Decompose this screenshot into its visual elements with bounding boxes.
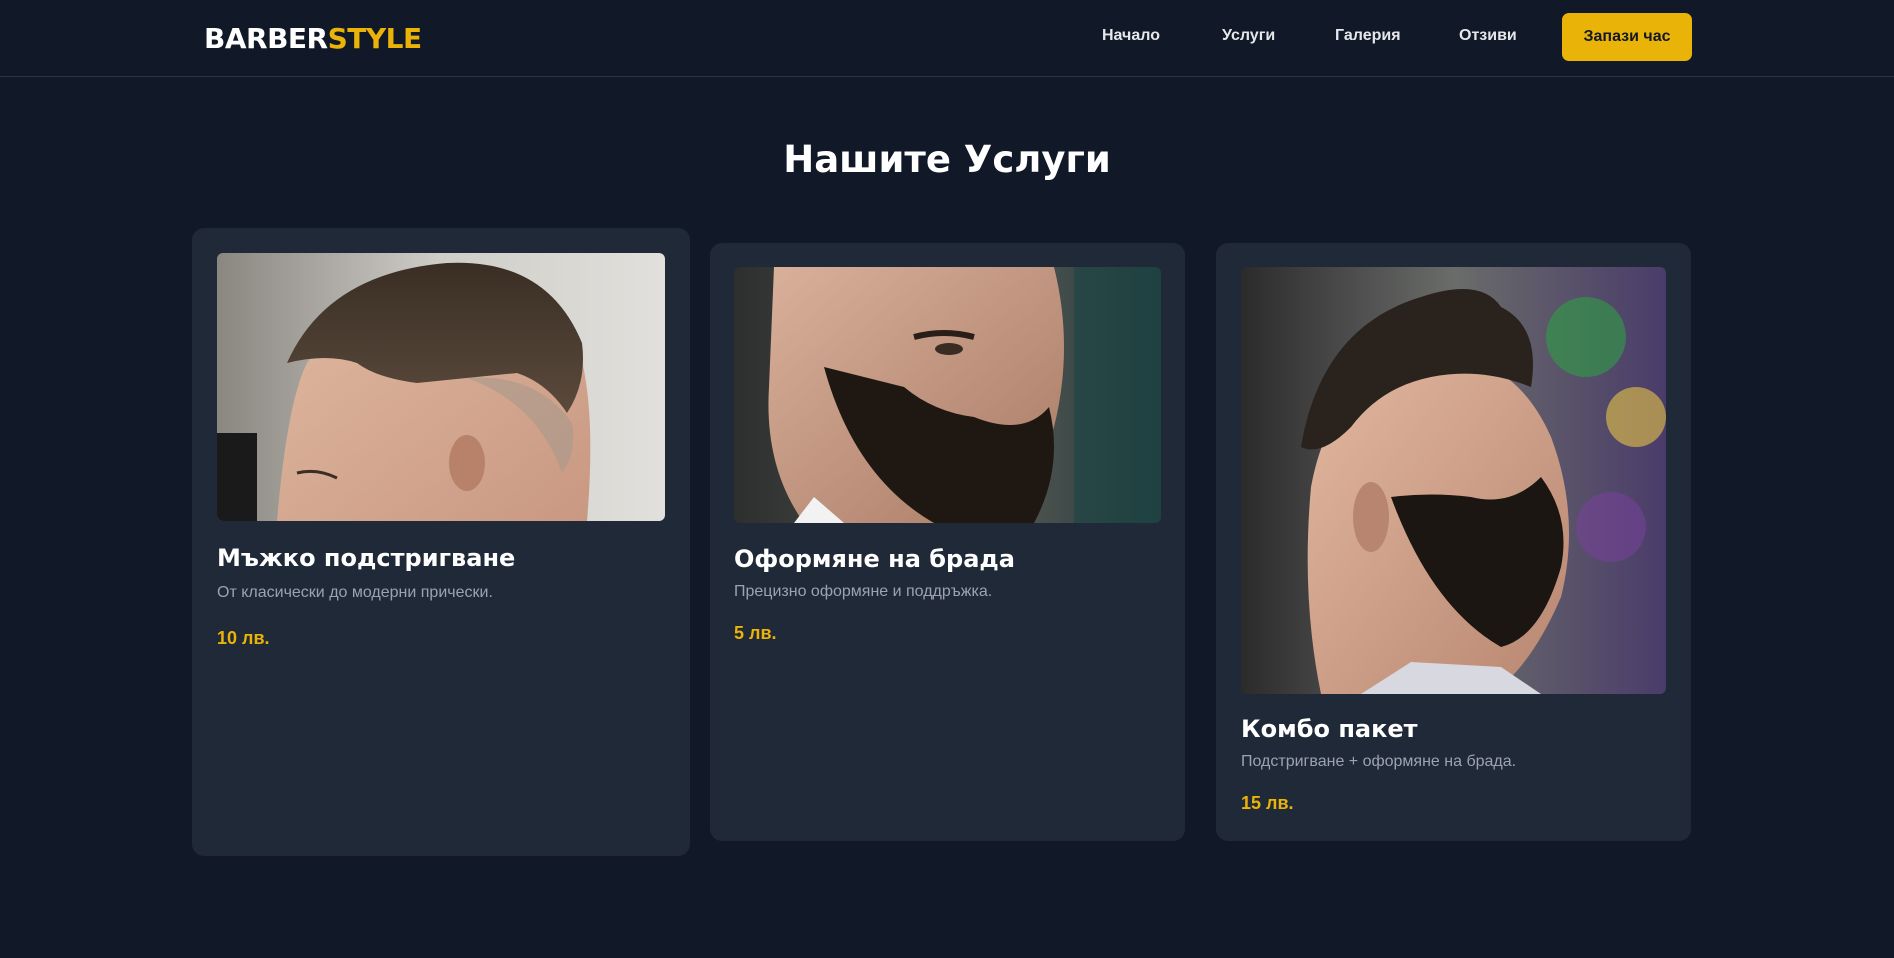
section-title: Нашите Услуги bbox=[783, 138, 1111, 181]
service-title: Комбо пакет bbox=[1241, 715, 1418, 743]
beard-photo bbox=[734, 267, 1161, 523]
service-price: 15 лв. bbox=[1241, 793, 1294, 813]
service-title: Мъжко подстригване bbox=[217, 544, 516, 572]
service-title: Оформяне на брада bbox=[734, 545, 1015, 573]
brand-name-part1: BARBER bbox=[204, 22, 328, 55]
service-card-beard[interactable]: Оформяне на брада Прецизно оформяне и по… bbox=[710, 243, 1185, 841]
service-description: Прецизно оформяне и поддръжка. bbox=[734, 583, 993, 600]
brand-logo[interactable]: BARBERSTYLE bbox=[204, 22, 422, 55]
service-card-combo[interactable]: Комбо пакет Подстригване + оформяне на б… bbox=[1216, 243, 1691, 841]
nav-item-services[interactable]: Услуги bbox=[1222, 27, 1275, 45]
service-description: Подстригване + оформяне на брада. bbox=[1241, 753, 1517, 770]
service-price: 5 лв. bbox=[734, 623, 777, 643]
site-header: BARBERSTYLE Начало Услуги Галерия Отзиви… bbox=[0, 0, 1894, 77]
book-appointment-button[interactable]: Запази час bbox=[1562, 13, 1692, 61]
service-description: От класически до модерни прически. bbox=[217, 584, 493, 601]
service-card-haircut[interactable]: Мъжко подстригване От класически до моде… bbox=[192, 228, 690, 856]
nav-item-reviews[interactable]: Отзиви bbox=[1459, 27, 1517, 45]
combo-photo bbox=[1241, 267, 1666, 694]
nav-item-home[interactable]: Начало bbox=[1102, 27, 1160, 45]
service-price: 10 лв. bbox=[217, 628, 270, 648]
nav-item-gallery[interactable]: Галерия bbox=[1335, 27, 1401, 45]
brand-name-part2: STYLE bbox=[327, 22, 423, 55]
haircut-photo bbox=[217, 253, 665, 521]
